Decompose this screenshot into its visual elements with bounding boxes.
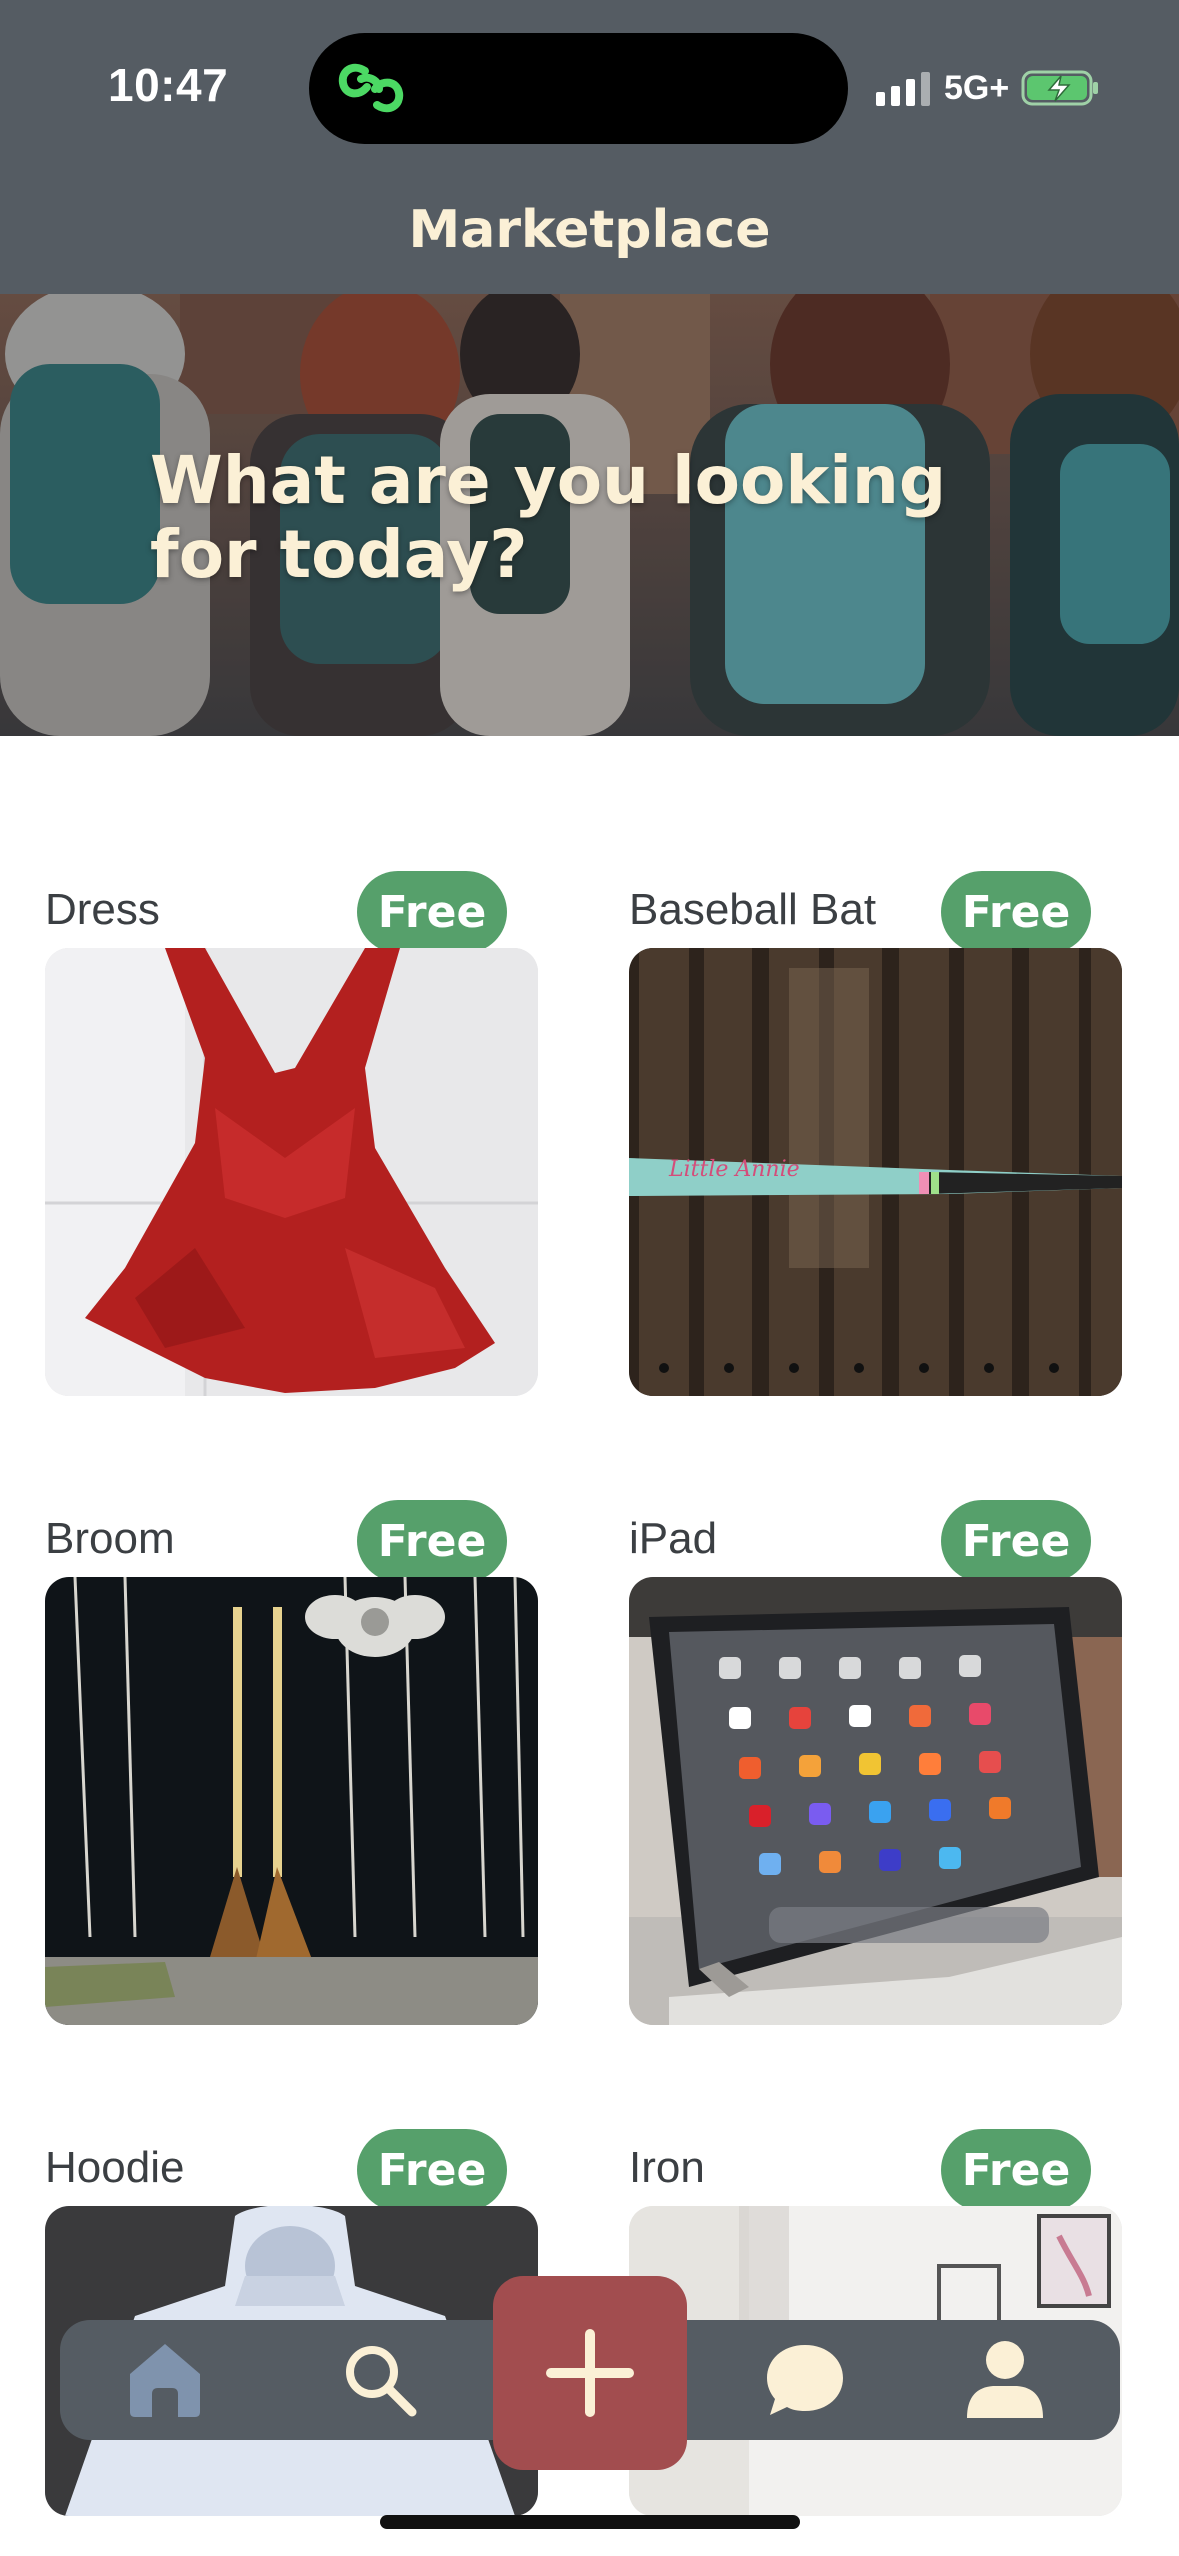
marketplace-screen: 10:47 5G+ Marketplace What are you looki… xyxy=(0,0,1179,2556)
add-icon xyxy=(546,2329,634,2417)
chat-bubble-icon xyxy=(767,2345,843,2415)
home-icon xyxy=(130,2344,200,2417)
hero-banner: What are you looking for today? xyxy=(0,294,1179,736)
nav-profile-button[interactable] xyxy=(940,2320,1070,2440)
item-name: Hoodie xyxy=(45,2143,185,2192)
nav-search-button[interactable] xyxy=(315,2320,445,2440)
status-indicators: 5G+ xyxy=(876,66,1101,110)
item-name: Iron xyxy=(629,2143,705,2192)
signal-icon xyxy=(876,70,930,106)
svg-text:Little Annie: Little Annie xyxy=(668,1157,800,1182)
item-name: Broom xyxy=(45,1514,175,1563)
battery-charging-icon xyxy=(1021,70,1099,106)
item-name: Baseball Bat xyxy=(629,885,877,934)
two-brooms-photo[interactable] xyxy=(45,1577,538,2025)
hero-headline: What are you looking for today? xyxy=(150,442,947,593)
link-rings-icon xyxy=(338,63,404,113)
free-badge: Free xyxy=(357,1500,507,1582)
status-time: 10:47 xyxy=(108,59,229,111)
free-badge: Free xyxy=(941,2129,1091,2211)
network-label: 5G+ xyxy=(944,68,1010,107)
nav-home-button[interactable] xyxy=(100,2320,230,2440)
page-title: Marketplace xyxy=(408,200,771,260)
free-badge: Free xyxy=(357,2129,507,2211)
ipad-with-keyboard-photo[interactable] xyxy=(629,1577,1122,2025)
baseball-bat-on-wood-photo[interactable]: Little Annie xyxy=(629,948,1122,1396)
item-name: iPad xyxy=(629,1514,718,1563)
nav-messages-button[interactable] xyxy=(740,2320,870,2440)
profile-icon xyxy=(967,2341,1043,2418)
free-badge: Free xyxy=(941,871,1091,953)
add-listing-button[interactable] xyxy=(493,2276,687,2470)
dynamic-island xyxy=(309,33,848,144)
home-indicator xyxy=(380,2515,800,2529)
free-badge: Free xyxy=(357,871,507,953)
red-sequin-dress-photo[interactable] xyxy=(45,948,538,1396)
header: 10:47 5G+ Marketplace xyxy=(0,0,1179,294)
item-name: Dress xyxy=(45,885,160,934)
free-badge: Free xyxy=(941,1500,1091,1582)
search-icon xyxy=(346,2346,417,2417)
